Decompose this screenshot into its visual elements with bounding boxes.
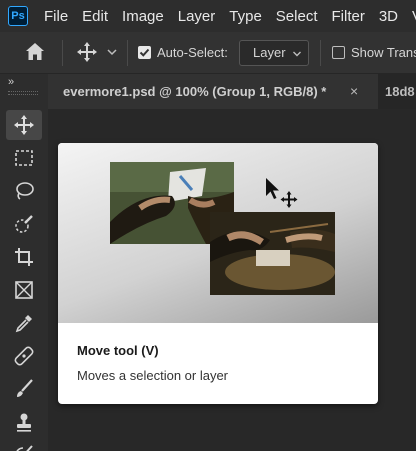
menu-file[interactable]: File <box>44 8 68 25</box>
options-bar: Auto-Select: Layer Show Trans <box>0 32 416 74</box>
marquee-icon <box>15 150 33 166</box>
checkmark-icon <box>139 48 150 57</box>
menu-layer[interactable]: Layer <box>178 8 216 25</box>
eyedropper-tool[interactable] <box>6 308 42 338</box>
crop-icon <box>15 248 33 266</box>
history-brush-tool[interactable] <box>6 440 42 451</box>
preview-image-layer-2 <box>210 212 335 295</box>
separator <box>127 40 128 66</box>
collapse-toolbar-icon[interactable]: » <box>8 76 14 88</box>
document-tab-label: 18d8 <box>385 84 415 99</box>
lasso-tool[interactable] <box>6 176 42 206</box>
tooltip-title: Move tool (V) <box>77 343 159 358</box>
chevron-down-icon <box>293 51 301 57</box>
healing-brush-tool[interactable] <box>6 341 42 371</box>
lasso-icon <box>16 182 34 200</box>
document-tabs: evermore1.psd @ 100% (Group 1, RGB/8) * … <box>48 74 416 109</box>
separator <box>62 40 63 66</box>
document-tab-label: evermore1.psd @ 100% (Group 1, RGB/8) * <box>63 84 327 99</box>
chevron-down-icon[interactable] <box>106 46 118 58</box>
photoshop-logo[interactable]: Ps <box>8 6 28 26</box>
quick-select-tool[interactable] <box>6 209 42 239</box>
layer-select-value: Layer <box>253 45 286 60</box>
show-transform-label: Show Trans <box>351 45 416 60</box>
frame-icon <box>15 281 33 299</box>
move-tool[interactable] <box>6 110 42 140</box>
move-icon <box>14 115 34 135</box>
brush-icon <box>17 379 33 397</box>
menu-type[interactable]: Type <box>229 8 262 25</box>
healing-brush-icon <box>14 346 34 366</box>
marquee-tool[interactable] <box>6 143 42 173</box>
home-icon[interactable] <box>24 41 46 63</box>
auto-select-target-dropdown[interactable]: Layer <box>239 40 309 66</box>
stamp-icon <box>17 413 31 432</box>
menu-image[interactable]: Image <box>122 8 164 25</box>
tools-panel: » <box>0 74 48 451</box>
close-tab-icon[interactable]: × <box>350 74 358 109</box>
menu-3d[interactable]: 3D <box>379 8 398 25</box>
auto-select-checkbox[interactable] <box>138 46 151 59</box>
menu-view[interactable]: V <box>412 8 416 25</box>
quick-select-icon <box>15 215 33 233</box>
history-brush-icon <box>16 445 33 451</box>
brush-tool[interactable] <box>6 374 42 404</box>
separator <box>320 40 321 66</box>
menu-filter[interactable]: Filter <box>332 8 365 25</box>
tooltip-preview-animation <box>58 143 378 323</box>
document-tab[interactable]: 18d8 <box>385 74 415 109</box>
move-cursor-icon <box>266 178 298 208</box>
crop-tool[interactable] <box>6 242 42 272</box>
frame-tool[interactable] <box>6 275 42 305</box>
toolbar-grip[interactable] <box>8 91 38 95</box>
tool-tooltip: Move tool (V) Moves a selection or layer <box>58 143 378 404</box>
show-transform-controls-checkbox[interactable] <box>332 46 345 59</box>
menu-bar: Ps File Edit Image Layer Type Select Fil… <box>0 0 416 32</box>
document-tab-active[interactable]: evermore1.psd @ 100% (Group 1, RGB/8) * … <box>48 74 378 109</box>
clone-stamp-tool[interactable] <box>6 407 42 437</box>
menu-edit[interactable]: Edit <box>82 8 108 25</box>
menu-select[interactable]: Select <box>276 8 318 25</box>
auto-select-label: Auto-Select: <box>157 45 228 60</box>
move-tool-preset-icon[interactable] <box>76 41 98 63</box>
eyedropper-icon <box>15 315 32 333</box>
tooltip-description: Moves a selection or layer <box>77 368 229 383</box>
